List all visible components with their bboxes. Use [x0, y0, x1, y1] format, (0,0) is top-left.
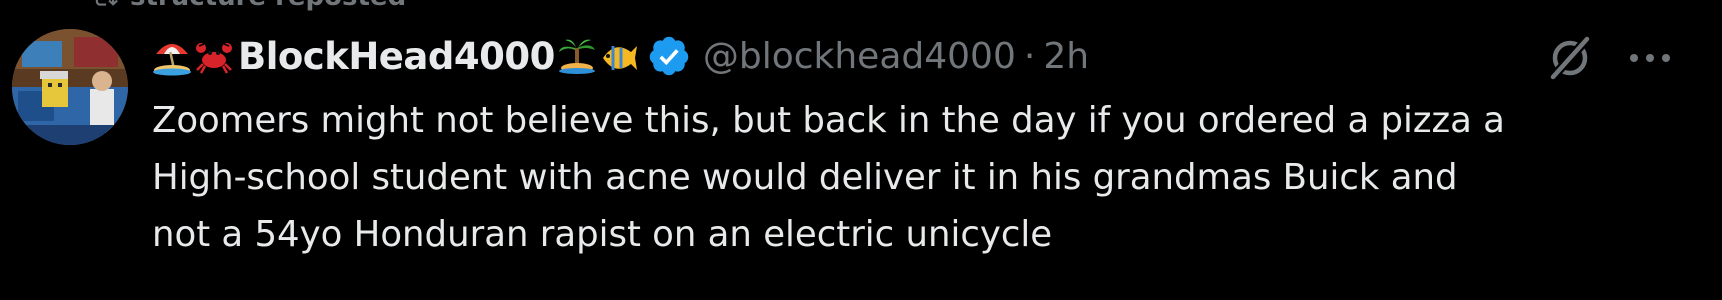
tweet[interactable]: structure reposted	[0, 0, 1722, 300]
crab-emoji	[196, 43, 232, 74]
repost-icon	[95, 0, 118, 6]
repost-label: structure reposted	[130, 0, 406, 12]
author-handle[interactable]: @blockhead4000	[703, 36, 1016, 77]
desert-island-emoji	[558, 39, 595, 74]
grok-icon	[1549, 35, 1591, 81]
display-name[interactable]: BlockHead4000	[238, 35, 555, 78]
separator-dot: ·	[1023, 35, 1036, 77]
post-text-line: not a 54yo Honduran rapist on an electri…	[152, 214, 1053, 255]
verified-badge-icon[interactable]	[647, 34, 691, 78]
post-text-line: High-school student with acne would deli…	[152, 157, 1458, 198]
repost-indicator[interactable]: structure reposted	[92, 0, 406, 12]
grok-button[interactable]	[1542, 30, 1598, 86]
beach-umbrella-emoji	[153, 44, 191, 76]
post-time[interactable]: 2h	[1043, 36, 1089, 77]
avatar[interactable]	[12, 29, 128, 145]
avatar-image	[12, 29, 128, 145]
post-text: Zoomers might not believe this, but back…	[152, 92, 1712, 263]
more-options-button[interactable]	[1622, 30, 1678, 86]
tweet-header: BlockHead4000 @blockhead4000 · 2h	[152, 28, 1089, 84]
post-text-line: Zoomers might not believe this, but back…	[152, 100, 1505, 141]
more-dots-icon	[1630, 54, 1670, 62]
tropical-fish-emoji	[602, 46, 637, 70]
